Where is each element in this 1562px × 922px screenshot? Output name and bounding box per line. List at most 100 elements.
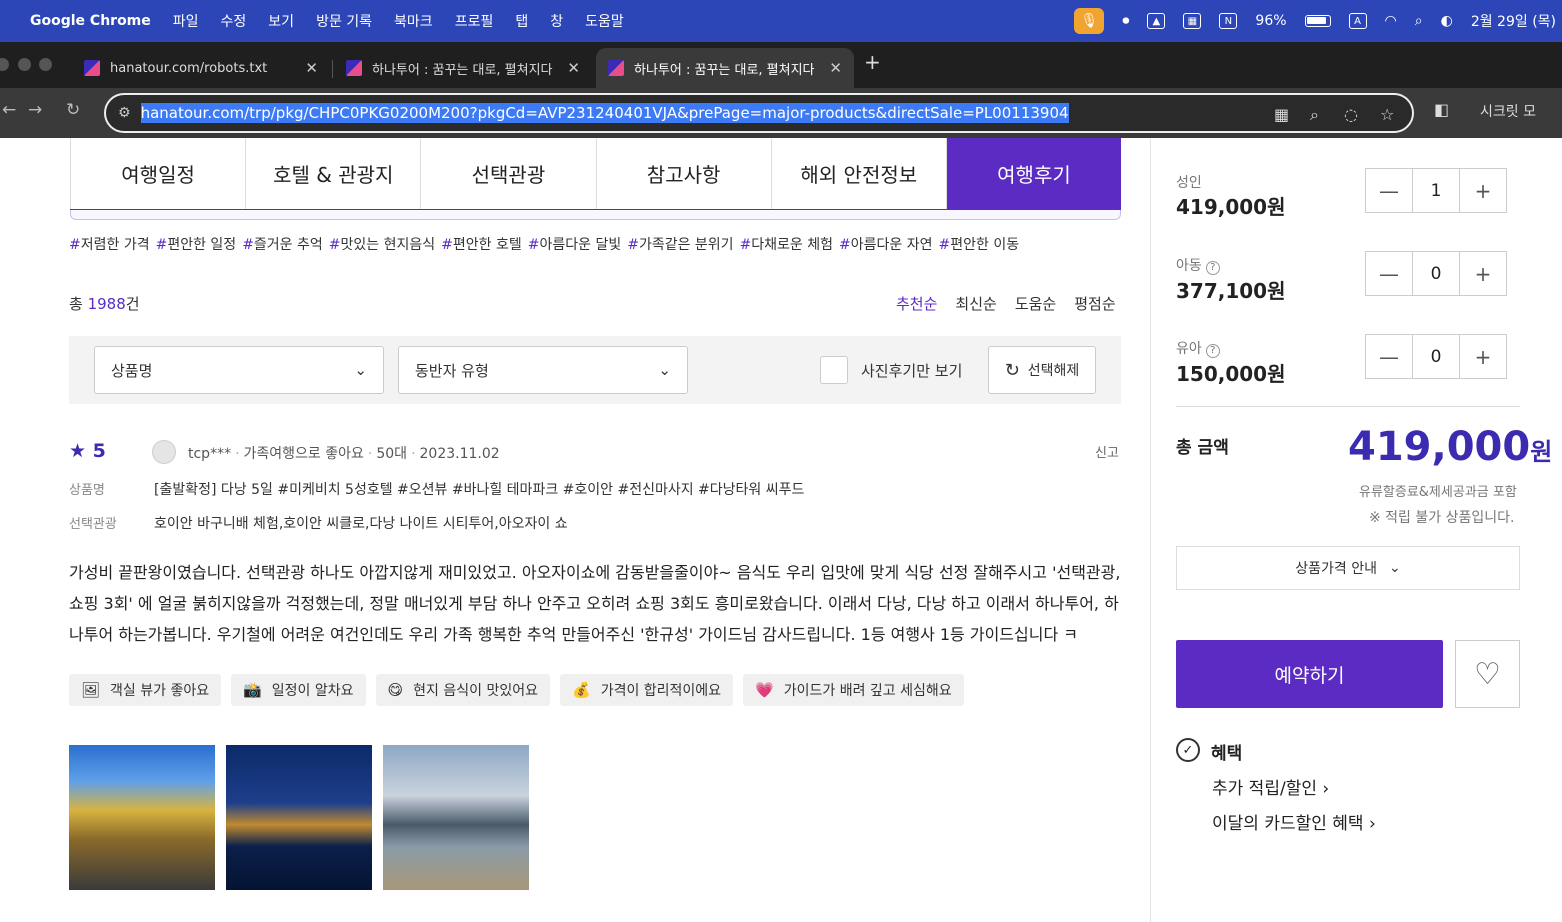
tag-item[interactable]: #아름다운 자연 (839, 237, 932, 253)
chip-label: 현지 음식이 맛있어요 (413, 683, 538, 699)
infant-qty[interactable]: 0 (1412, 335, 1460, 378)
input-source-icon[interactable]: A (1348, 13, 1367, 29)
book-button[interactable]: 예약하기 (1176, 640, 1443, 708)
search-icon[interactable]: ⌕ (1415, 13, 1423, 29)
close-icon[interactable]: ✕ (829, 59, 842, 77)
eye-off-icon[interactable]: ◌ (1344, 105, 1358, 124)
minus-icon[interactable]: — (1366, 169, 1412, 212)
n-app-icon[interactable]: N (1219, 13, 1238, 29)
reload-icon[interactable]: ↻ (66, 100, 80, 120)
clock[interactable]: 2월 29일 (목) (1471, 11, 1556, 31)
tabs-underline (70, 210, 1121, 220)
menu-history[interactable]: 방문 기록 (316, 11, 372, 31)
infant-label: 유아? (1176, 338, 1220, 358)
tag-item[interactable]: #가족같은 분위기 (627, 237, 733, 253)
menu-edit[interactable]: 수정 (221, 11, 247, 31)
tag-item[interactable]: #다채로운 체험 (740, 237, 833, 253)
review-photo-street[interactable] (69, 745, 215, 890)
tab-safety[interactable]: 해외 안전정보 (772, 138, 947, 209)
plus-icon[interactable]: + (1460, 169, 1506, 212)
tab-reviews[interactable]: 여행후기 (946, 138, 1122, 209)
sort-options: 추천순 최신순 도움순 평점순 (896, 293, 1116, 314)
triangle-app-icon[interactable]: ▲ (1147, 13, 1166, 29)
tag-text: 저렴한 가격 (80, 237, 150, 253)
menu-window[interactable]: 창 (550, 11, 563, 31)
review-photo-beach[interactable] (383, 745, 529, 890)
window-close-button[interactable] (0, 58, 9, 71)
window-zoom-button[interactable] (39, 58, 52, 71)
plus-icon[interactable]: + (1460, 335, 1506, 378)
help-icon[interactable]: ? (1205, 344, 1220, 358)
tag-item[interactable]: #편안한 호텔 (441, 237, 522, 253)
chip-label: 가이드가 배려 깊고 세심해요 (783, 683, 952, 699)
menu-view[interactable]: 보기 (268, 11, 294, 31)
tag-item[interactable]: #저렴한 가격 (69, 237, 150, 253)
wifi-icon[interactable]: ◠ (1385, 13, 1397, 29)
review-photo-night-river[interactable] (226, 745, 372, 890)
tab-robots[interactable]: hanatour.com/robots.txt ✕ (72, 48, 330, 88)
companion-select[interactable]: 동반자 유형 ⌄ (398, 346, 688, 394)
option-list: 호이안 바구니배 체험,호이안 씨클로,다낭 나이트 시티투어,아오자이 쇼 (154, 516, 568, 532)
qr-code-icon[interactable]: ▦ (1274, 105, 1289, 124)
plus-icon[interactable]: + (1460, 252, 1506, 295)
minus-icon[interactable]: — (1366, 335, 1412, 378)
back-arrow-icon[interactable]: ← (2, 100, 16, 120)
photo-only-label[interactable]: 사진후기만 보기 (861, 360, 962, 381)
tab-hanatour-1[interactable]: 하나투어 : 꿈꾸는 대로, 펼쳐지다 ✕ (334, 48, 592, 88)
site-info-icon[interactable]: ⚙ (118, 105, 131, 121)
sort-helpful[interactable]: 도움순 (1015, 293, 1056, 314)
report-link[interactable]: 신고 (1095, 442, 1119, 461)
url-text[interactable]: hanatour.com/trp/pkg/CHPC0PKG0200M200?pk… (140, 103, 1069, 123)
help-icon[interactable]: ? (1205, 261, 1220, 275)
total-prefix: 총 (69, 295, 88, 313)
incognito-label[interactable]: 시크릿 모 (1480, 101, 1536, 121)
keyword-chip: 💰 가격이 합리적이에요 (560, 674, 734, 706)
side-panel-icon[interactable]: ◧ (1434, 100, 1449, 119)
control-center-icon[interactable]: ◐ (1441, 13, 1453, 29)
window-minimize-button[interactable] (18, 58, 31, 71)
tag-item[interactable]: #아름다운 달빛 (528, 237, 621, 253)
child-qty[interactable]: 0 (1412, 252, 1460, 295)
microphone-icon[interactable]: 🎙 (1074, 8, 1105, 34)
battery-icon[interactable] (1304, 15, 1331, 27)
sort-recommended[interactable]: 추천순 (896, 293, 937, 314)
close-icon[interactable]: ✕ (567, 59, 580, 77)
price-info-toggle[interactable]: 상품가격 안내 ⌄ (1176, 546, 1520, 590)
menu-bookmarks[interactable]: 북마크 (394, 11, 433, 31)
zoom-icon[interactable]: ⌕ (1310, 105, 1319, 125)
sort-latest[interactable]: 최신순 (955, 293, 996, 314)
reset-button[interactable]: ↻ 선택해제 (988, 346, 1096, 394)
product-select[interactable]: 상품명 ⌄ (94, 346, 384, 394)
adult-qty[interactable]: 1 (1412, 169, 1460, 212)
tag-item[interactable]: #맛있는 현지음식 (329, 237, 435, 253)
close-icon[interactable]: ✕ (305, 59, 318, 77)
tab-strip: hanatour.com/robots.txt ✕ 하나투어 : 꿈꾸는 대로,… (0, 42, 1562, 88)
app-name[interactable]: Google Chrome (30, 13, 151, 29)
menu-file[interactable]: 파일 (173, 11, 199, 31)
extra-discount-link[interactable]: 추가 적립/할인 › (1212, 774, 1329, 799)
tab-hotel[interactable]: 호텔 & 관광지 (246, 138, 422, 209)
menu-profiles[interactable]: 프로필 (455, 11, 494, 31)
photo-only-checkbox[interactable] (820, 356, 848, 384)
record-icon[interactable]: ⏺ (1122, 13, 1129, 29)
star-bookmark-icon[interactable]: ☆ (1380, 105, 1394, 124)
tag-item[interactable]: #편안한 이동 (939, 237, 1020, 253)
tab-notes[interactable]: 참고사항 (597, 138, 772, 209)
avatar (152, 440, 176, 464)
tab-options[interactable]: 선택관광 (421, 138, 597, 209)
tag-item[interactable]: #편안한 일정 (156, 237, 237, 253)
keyboard-icon[interactable]: ▦ (1183, 13, 1202, 29)
sort-rating[interactable]: 평점순 (1074, 293, 1115, 314)
tab-itinerary[interactable]: 여행일정 (70, 138, 247, 209)
card-discount-link[interactable]: 이달의 카드할인 혜택 › (1212, 809, 1376, 834)
tab-hanatour-2[interactable]: 하나투어 : 꿈꾸는 대로, 펼쳐지다 ✕ (596, 48, 854, 88)
new-tab-plus-icon[interactable]: + (864, 50, 881, 74)
omnibox[interactable]: ⚙ hanatour.com/trp/pkg/CHPC0PKG0200M200?… (104, 93, 1414, 133)
menu-tab[interactable]: 탭 (515, 11, 528, 31)
menu-help[interactable]: 도움말 (585, 11, 624, 31)
tag-item[interactable]: #즐거운 추억 (242, 237, 323, 253)
wishlist-heart-icon[interactable]: ♡ (1455, 640, 1520, 708)
minus-icon[interactable]: — (1366, 252, 1412, 295)
forward-arrow-icon[interactable]: → (28, 100, 42, 120)
review-keywords: 🖼 객실 뷰가 좋아요 📸 일정이 알차요 😋 현지 음식이 맛있어요 💰 가격이 합리… (69, 674, 964, 706)
